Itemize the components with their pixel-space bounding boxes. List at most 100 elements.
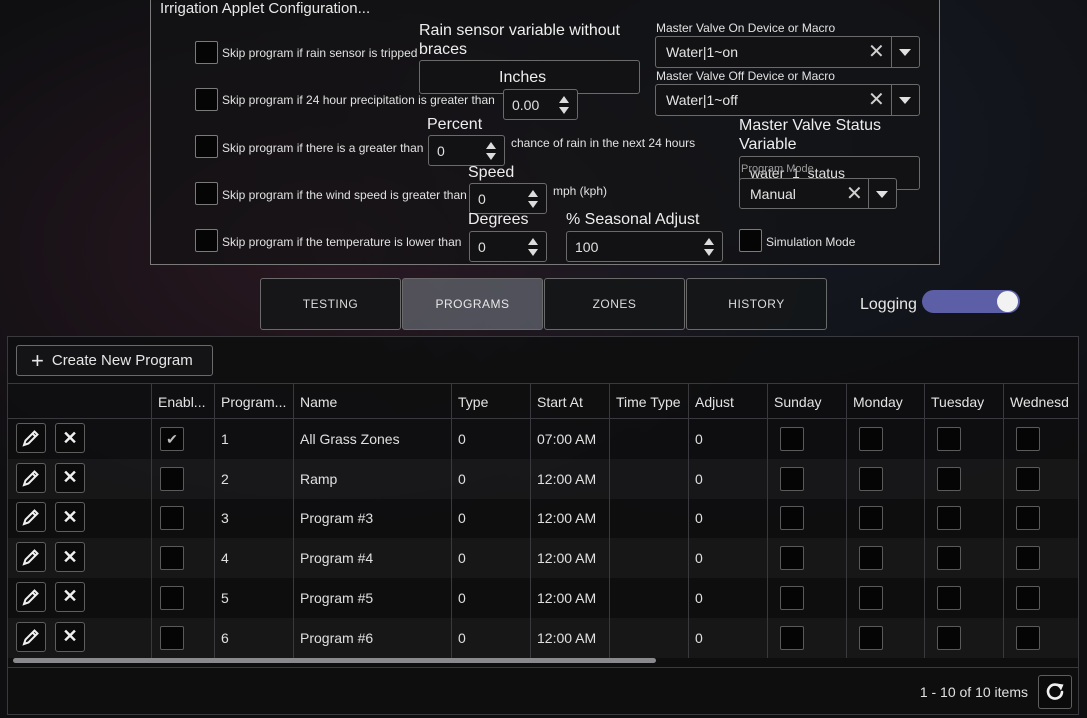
arrow-down-icon[interactable] [528, 248, 538, 256]
enabled-checkbox[interactable] [160, 506, 184, 531]
enabled-checkbox[interactable] [160, 625, 184, 650]
arrow-up-icon[interactable] [528, 237, 538, 245]
spinner-arrows[interactable] [551, 90, 577, 119]
wednesday-checkbox[interactable] [1016, 546, 1040, 571]
skip-temp-checkbox[interactable] [195, 229, 218, 252]
chevron-down-icon[interactable] [876, 191, 888, 198]
spinner-arrows[interactable] [478, 136, 504, 165]
spinner-arrows[interactable] [520, 184, 546, 213]
skip-chance-checkbox[interactable] [195, 135, 218, 158]
monday-checkbox[interactable] [859, 466, 883, 491]
sunday-checkbox[interactable] [780, 625, 804, 650]
wednesday-checkbox[interactable] [1016, 625, 1040, 650]
tuesday-checkbox[interactable] [937, 506, 961, 531]
sunday-checkbox[interactable] [780, 427, 804, 451]
tab-programs[interactable]: PROGRAMS [402, 278, 543, 330]
horizontal-scrollbar[interactable] [13, 658, 656, 663]
delete-button[interactable]: ✕ [55, 621, 85, 652]
arrow-down-icon[interactable] [704, 248, 714, 256]
edit-button[interactable] [16, 581, 46, 612]
delete-button[interactable]: ✕ [55, 542, 85, 573]
column-header[interactable]: Time Type [609, 384, 688, 419]
monday-checkbox[interactable] [859, 546, 883, 571]
arrow-up-icon[interactable] [486, 141, 496, 149]
delete-button[interactable]: ✕ [55, 462, 85, 493]
tab-testing[interactable]: TESTING [260, 278, 401, 330]
toggle-knob[interactable] [997, 291, 1018, 312]
arrow-up-icon[interactable] [559, 95, 569, 103]
arrow-up-icon[interactable] [704, 237, 714, 245]
master-status-label-2: Variable [739, 136, 797, 153]
tab-history[interactable]: HISTORY [686, 278, 827, 330]
column-header[interactable]: Sunday [767, 384, 846, 419]
create-program-button[interactable]: + Create New Program [16, 345, 213, 376]
column-header[interactable]: Wednesd [1003, 384, 1078, 419]
monday-checkbox[interactable] [859, 585, 883, 610]
skip-wind-checkbox[interactable] [195, 182, 218, 205]
close-icon[interactable]: ✕ [846, 183, 863, 205]
refresh-button[interactable] [1038, 675, 1072, 709]
arrow-down-icon[interactable] [559, 106, 569, 114]
wednesday-checkbox[interactable] [1016, 506, 1040, 531]
edit-button[interactable] [16, 542, 46, 573]
edit-button[interactable] [16, 621, 46, 652]
column-header[interactable]: Start At [530, 384, 609, 419]
simulation-checkbox[interactable] [739, 229, 762, 252]
close-icon[interactable]: ✕ [868, 89, 885, 111]
arrow-up-icon[interactable] [528, 189, 538, 197]
spinner-arrows[interactable] [520, 232, 546, 261]
tuesday-checkbox[interactable] [937, 427, 961, 451]
delete-button[interactable]: ✕ [55, 581, 85, 612]
monday-checkbox[interactable] [859, 625, 883, 650]
column-header[interactable]: Enabl... [151, 384, 214, 419]
sunday-checkbox[interactable] [780, 506, 804, 531]
monday-checkbox[interactable] [859, 427, 883, 451]
skip-rain-sensor-checkbox[interactable] [195, 41, 218, 64]
logging-toggle[interactable] [922, 290, 1020, 313]
cell-tuesday [924, 419, 1003, 459]
enabled-checkbox[interactable] [160, 585, 184, 610]
precip-spinner[interactable]: 0.00 [503, 89, 578, 120]
column-header[interactable]: Adjust [688, 384, 767, 419]
chevron-down-icon[interactable] [899, 97, 911, 104]
tuesday-checkbox[interactable] [937, 585, 961, 610]
master-on-combo[interactable]: Water|1~on ✕ [655, 36, 920, 68]
sunday-checkbox[interactable] [780, 466, 804, 491]
edit-button[interactable] [16, 423, 46, 453]
temp-spinner[interactable]: 0 [469, 231, 547, 262]
seasonal-spinner[interactable]: 100 [566, 231, 723, 262]
close-icon[interactable]: ✕ [868, 41, 885, 63]
edit-button[interactable] [16, 502, 46, 533]
column-header[interactable]: Program... [214, 384, 293, 419]
enabled-checkbox[interactable] [160, 466, 184, 491]
tuesday-checkbox[interactable] [937, 466, 961, 491]
wednesday-checkbox[interactable] [1016, 585, 1040, 610]
sunday-checkbox[interactable] [780, 585, 804, 610]
tuesday-checkbox[interactable] [937, 625, 961, 650]
spinner-arrows[interactable] [696, 232, 722, 261]
arrow-down-icon[interactable] [486, 152, 496, 160]
arrow-down-icon[interactable] [528, 200, 538, 208]
tab-zones[interactable]: ZONES [544, 278, 685, 330]
column-header[interactable]: Name [293, 384, 451, 419]
wind-spinner[interactable]: 0 [469, 183, 547, 214]
edit-button[interactable] [16, 462, 46, 493]
sunday-checkbox[interactable] [780, 546, 804, 571]
enabled-checkbox[interactable]: ✔ [160, 427, 184, 451]
delete-button[interactable]: ✕ [55, 502, 85, 533]
monday-checkbox[interactable] [859, 506, 883, 531]
delete-button[interactable]: ✕ [55, 423, 85, 453]
wednesday-checkbox[interactable] [1016, 427, 1040, 451]
master-off-combo[interactable]: Water|1~off ✕ [655, 84, 920, 116]
tuesday-checkbox[interactable] [937, 546, 961, 571]
column-header[interactable]: Type [451, 384, 530, 419]
enabled-checkbox[interactable] [160, 546, 184, 571]
pencil-icon [22, 588, 39, 606]
skip-precip-checkbox[interactable] [195, 88, 218, 111]
chevron-down-icon[interactable] [899, 49, 911, 56]
program-mode-combo[interactable]: Manual ✕ [739, 178, 897, 209]
column-header[interactable]: Monday [846, 384, 924, 419]
column-header[interactable]: Tuesday [924, 384, 1003, 419]
wednesday-checkbox[interactable] [1016, 466, 1040, 491]
chance-spinner[interactable]: 0 [428, 135, 505, 166]
